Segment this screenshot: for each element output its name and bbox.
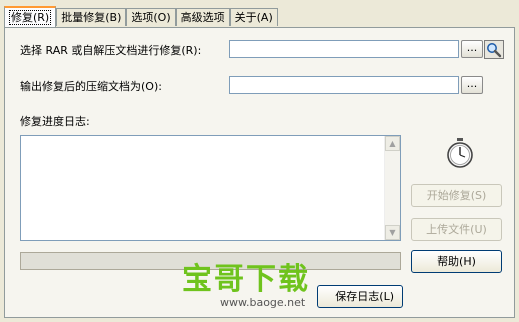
- tab-repair-label: 修复(R): [9, 10, 52, 25]
- log-label: 修复进度日志:: [20, 115, 90, 128]
- watermark-logo: 宝哥下载 www.baoge.net: [180, 252, 340, 318]
- tab-batch-repair[interactable]: 批量修复(B): [56, 8, 127, 26]
- start-repair-button[interactable]: 开始修复(S): [411, 184, 502, 207]
- source-browse-button[interactable]: ...: [461, 40, 483, 58]
- watermark-title: 宝哥下载: [182, 262, 310, 297]
- watermark-url: www.baoge.net: [220, 296, 306, 309]
- tab-advanced-options[interactable]: 高级选项: [175, 8, 230, 26]
- stopwatch-icon: [447, 138, 473, 168]
- tab-batch-repair-label: 批量修复(B): [61, 11, 122, 24]
- help-button[interactable]: 帮助(H): [411, 250, 502, 273]
- source-archive-input[interactable]: [229, 40, 459, 58]
- tab-about-label: 关于(A): [234, 11, 273, 24]
- output-browse-button[interactable]: ...: [461, 76, 483, 94]
- tab-advanced-options-label: 高级选项: [180, 11, 225, 24]
- output-archive-input[interactable]: [229, 76, 459, 94]
- tab-options-label: 选项(O): [131, 11, 171, 24]
- log-scrollbar[interactable]: ▲ ▼: [384, 136, 400, 240]
- scroll-down-icon[interactable]: ▼: [385, 225, 400, 240]
- search-archive-button[interactable]: [484, 40, 504, 59]
- tab-strip: 修复(R) 批量修复(B) 选项(O) 高级选项 关于(A): [4, 6, 278, 28]
- magnifier-icon: [487, 43, 502, 58]
- tab-options[interactable]: 选项(O): [126, 8, 176, 26]
- tab-repair[interactable]: 修复(R): [4, 6, 57, 27]
- output-archive-label: 输出修复后的压缩文档为(O):: [20, 80, 162, 93]
- scroll-up-icon[interactable]: ▲: [385, 136, 400, 151]
- repair-log-textarea[interactable]: ▲ ▼: [20, 135, 401, 241]
- source-archive-label: 选择 RAR 或自解压文档进行修复(R):: [20, 44, 202, 57]
- tab-about[interactable]: 关于(A): [229, 8, 278, 26]
- upload-file-button[interactable]: 上传文件(U): [411, 218, 502, 241]
- repair-window: 修复(R) 批量修复(B) 选项(O) 高级选项 关于(A) 选择 RAR 或自…: [0, 0, 519, 322]
